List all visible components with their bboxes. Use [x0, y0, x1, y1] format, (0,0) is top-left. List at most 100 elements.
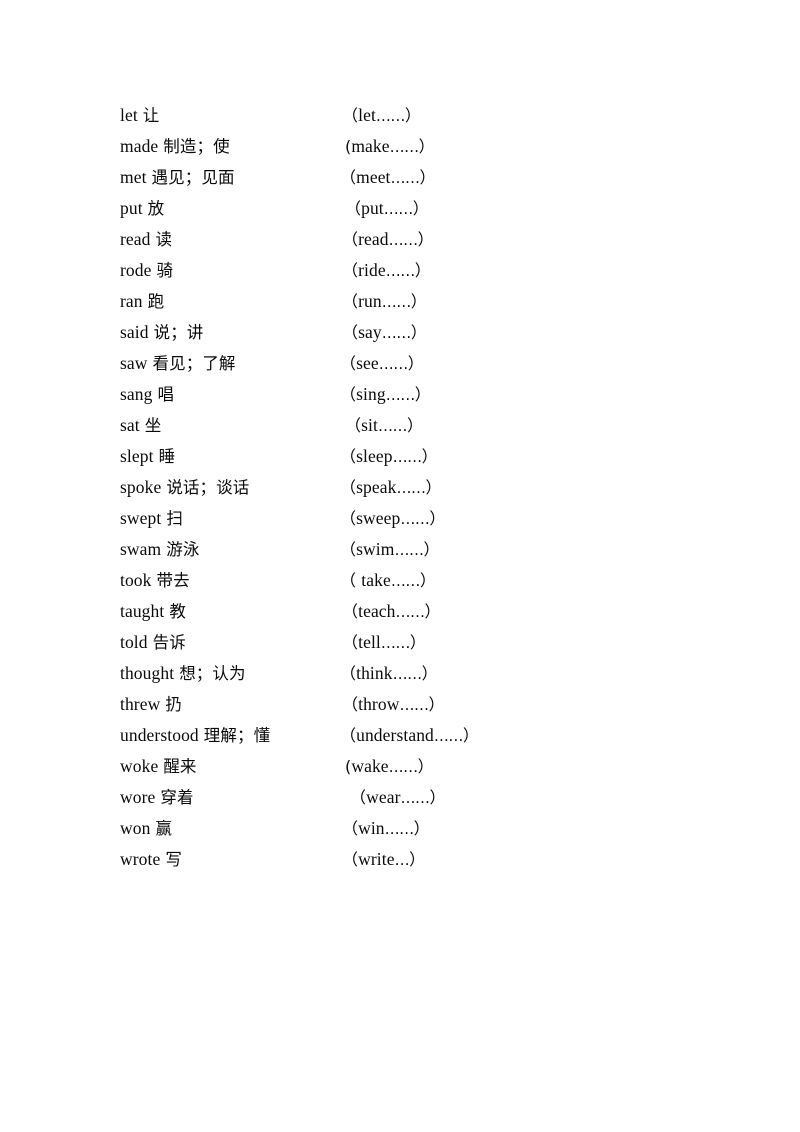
verb-past-english: took [120, 570, 152, 590]
verb-chinese-gloss: 想；认为 [179, 664, 246, 683]
verb-past-english: understood [120, 725, 199, 745]
verb-base-form: (wake……） [345, 751, 434, 783]
verb-row: put 放（put……） [0, 193, 800, 224]
verb-chinese-gloss: 读 [155, 230, 173, 249]
open-paren: （ [342, 850, 359, 869]
open-paren: （ [342, 292, 359, 311]
verb-past-form: wore 穿着 [120, 782, 194, 813]
close-paren: ） [413, 819, 430, 838]
close-paren: ） [409, 850, 426, 869]
verb-base-english: meet [356, 167, 391, 187]
open-paren: （ [342, 106, 359, 125]
verb-row: spoke 说话；谈话 （speak……） [0, 472, 800, 503]
verb-base-english: say [358, 322, 382, 342]
verb-base-form: （write…） [342, 844, 425, 876]
ellipsis-dots: …… [380, 634, 411, 652]
verb-base-form: （read……） [342, 224, 434, 256]
verb-row: wore 穿着 （wear……） [0, 782, 800, 813]
verb-row: woke 醒来 (wake……） [0, 751, 800, 782]
close-paren: ） [419, 168, 436, 187]
verb-base-form: （run……） [342, 286, 427, 318]
close-paren: ） [410, 292, 427, 311]
verb-row: met 遇见；见面 （meet……） [0, 162, 800, 193]
ellipsis-dots: …… [395, 603, 426, 621]
verb-base-form: （sit……） [345, 410, 423, 442]
close-paren: ） [421, 664, 438, 683]
verb-base-english: wake [351, 756, 389, 776]
verb-chinese-gloss: 游泳 [166, 540, 200, 559]
verb-base-english: write [358, 849, 395, 869]
ellipsis-dots: …… [400, 789, 431, 807]
verb-chinese-gloss: 骑 [156, 261, 174, 280]
verb-past-english: thought [120, 663, 175, 683]
ellipsis-dots: …… [392, 665, 423, 683]
ellipsis-dots: …… [388, 758, 419, 776]
verb-chinese-gloss: 看见；了解 [152, 354, 236, 373]
verb-past-english: told [120, 632, 148, 652]
verb-base-form: （let……） [342, 100, 421, 132]
open-paren: （ [342, 261, 359, 280]
verb-row: said 说；讲 （say……） [0, 317, 800, 348]
verb-chinese-gloss: 带去 [156, 571, 190, 590]
verb-past-form: won 赢 [120, 813, 172, 844]
verb-row: threw 扔 （throw……） [0, 689, 800, 720]
verb-past-form: threw 扔 [120, 689, 182, 720]
verb-base-english: teach [358, 601, 396, 621]
verb-chinese-gloss: 制造；使 [163, 137, 230, 156]
verb-past-form: saw 看见；了解 [120, 348, 236, 379]
ellipsis-dots: …… [400, 510, 430, 528]
verb-base-form: （throw……） [342, 689, 445, 721]
verb-base-english: throw [358, 694, 400, 714]
verb-chinese-gloss: 醒来 [163, 757, 197, 776]
verb-row: wrote 写 （write…） [0, 844, 800, 875]
verb-chinese-gloss: 唱 [157, 385, 175, 404]
ellipsis-dots: …… [388, 231, 419, 249]
verb-past-english: woke [120, 756, 159, 776]
open-paren: （ [340, 664, 357, 683]
verb-row: told 告诉 （tell……） [0, 627, 800, 658]
verb-row: sang 唱 （sing……） [0, 379, 800, 410]
verb-base-english: make [351, 136, 390, 156]
verb-past-english: sang [120, 384, 153, 404]
close-paren: ） [417, 757, 434, 776]
open-paren: （ [350, 788, 367, 807]
verb-past-english: read [120, 229, 151, 249]
ellipsis-dots: …… [394, 541, 424, 559]
open-paren: （ [340, 447, 357, 466]
close-paren: ） [421, 447, 438, 466]
verb-chinese-gloss: 扫 [166, 509, 183, 528]
verb-base-form: （understand……） [340, 720, 479, 752]
verb-base-form: （ride……） [342, 255, 431, 287]
open-paren: （ [340, 354, 357, 373]
verb-past-english: rode [120, 260, 152, 280]
verb-past-english: won [120, 818, 151, 838]
verb-chinese-gloss: 坐 [144, 416, 162, 435]
open-paren: （ [342, 633, 359, 652]
close-paren: ） [410, 323, 427, 342]
verb-past-english: threw [120, 694, 161, 714]
open-paren: （ [345, 199, 362, 218]
verb-past-form: wrote 写 [120, 844, 182, 875]
verb-past-form: told 告诉 [120, 627, 186, 658]
ellipsis-dots: …… [389, 138, 420, 156]
verb-past-form: sang 唱 [120, 379, 174, 410]
close-paren: ） [409, 633, 426, 652]
verb-chinese-gloss: 赢 [155, 819, 173, 838]
verb-past-form: thought 想；认为 [120, 658, 246, 689]
verb-base-form: （win……） [342, 813, 430, 845]
verb-past-english: made [120, 136, 159, 156]
ellipsis-dots: …… [396, 479, 426, 497]
verb-past-english: slept [120, 446, 154, 466]
verb-row: rode 骑 （ride……） [0, 255, 800, 286]
verb-base-english: wear [366, 787, 401, 807]
verb-base-english: sweep [356, 508, 401, 528]
verb-base-form: （see……） [340, 348, 424, 380]
ellipsis-dots: …… [399, 696, 429, 714]
verb-row: thought 想；认为 （think……） [0, 658, 800, 689]
verb-row: took 带去 （ take……） [0, 565, 800, 596]
verb-row: taught 教 （teach……） [0, 596, 800, 627]
verb-past-english: said [120, 322, 149, 342]
verb-base-english: sit [361, 415, 378, 435]
close-paren: ） [414, 261, 431, 280]
open-paren: （ [342, 230, 359, 249]
